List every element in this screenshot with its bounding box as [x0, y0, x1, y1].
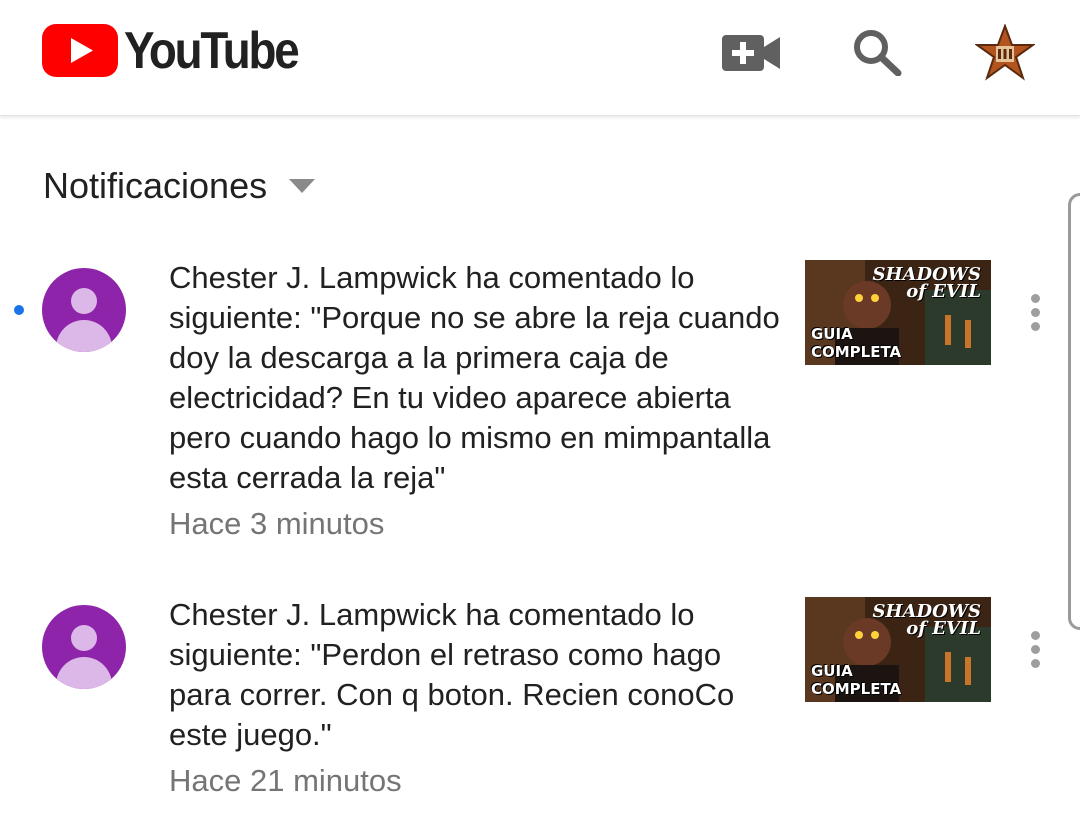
notifications-filter[interactable]: Notificaciones: [43, 164, 316, 208]
more-options-icon[interactable]: [1026, 631, 1044, 671]
video-add-icon[interactable]: [722, 33, 780, 73]
avatar: [42, 268, 126, 352]
notification-text: Chester J. Lampwick ha comentado lo sigu…: [169, 260, 780, 495]
notification-time: Hace 3 minutos: [169, 506, 385, 541]
notification-item[interactable]: Chester J. Lampwick ha comentado lo sigu…: [0, 258, 1080, 558]
unread-indicator: [14, 305, 24, 315]
notification-text: Chester J. Lampwick ha comentado lo sigu…: [169, 597, 735, 752]
top-app-bar: YouTube: [0, 0, 1080, 116]
thumbnail-caption: GUIA COMPLETA: [811, 662, 902, 698]
avatar: [42, 605, 126, 689]
thumbnail-caption: GUIA COMPLETA: [811, 325, 902, 361]
thumbnail-title: SHADOWS of EVIL: [872, 601, 981, 639]
more-options-icon[interactable]: [1026, 294, 1044, 334]
notification-item[interactable]: Chester J. Lampwick ha comentado lo sigu…: [0, 595, 1080, 815]
notification-time: Hace 21 minutos: [169, 763, 402, 798]
youtube-logo-icon: [42, 24, 118, 77]
search-icon[interactable]: [852, 28, 904, 76]
video-thumbnail[interactable]: SHADOWS of EVIL GUIA COMPLETA: [805, 597, 991, 702]
video-thumbnail[interactable]: SHADOWS of EVIL GUIA COMPLETA: [805, 260, 991, 365]
page-title: Notificaciones: [43, 165, 268, 206]
account-avatar-icon[interactable]: [975, 24, 1035, 82]
youtube-wordmark: YouTube: [124, 21, 300, 80]
dropdown-caret-icon: [289, 179, 316, 193]
thumbnail-title: SHADOWS of EVIL: [872, 264, 981, 302]
youtube-logo[interactable]: YouTube: [42, 24, 321, 77]
